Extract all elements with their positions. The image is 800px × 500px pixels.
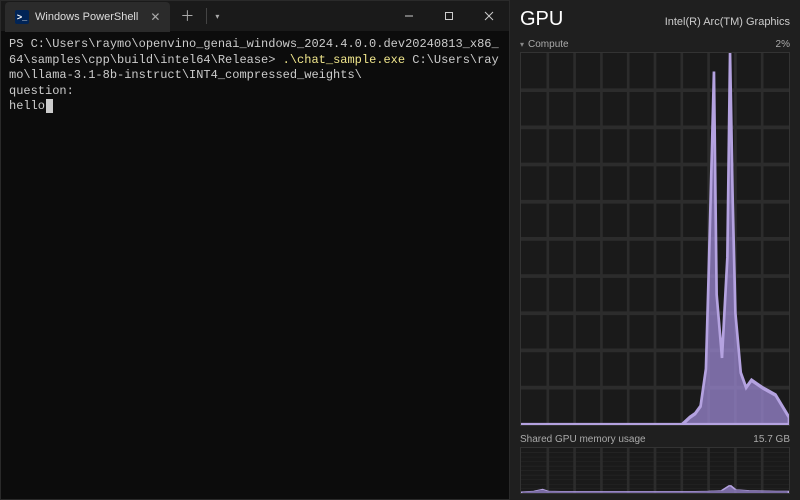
compute-label[interactable]: Compute <box>528 39 569 50</box>
input-line: hello <box>9 99 45 113</box>
compute-metric-row: ▾ Compute 2% <box>520 39 790 50</box>
maximize-icon <box>444 11 454 21</box>
titlebar: >_ Windows PowerShell ✕ ＋ ▾ <box>1 1 509 31</box>
maximize-button[interactable] <box>429 1 469 31</box>
terminal-tab[interactable]: >_ Windows PowerShell ✕ <box>5 2 170 32</box>
chevron-down-icon[interactable]: ▾ <box>520 40 524 49</box>
cursor <box>46 99 53 113</box>
terminal-output[interactable]: PS C:\Users\raymo\openvino_genai_windows… <box>1 31 509 499</box>
output-line: question: <box>9 84 74 98</box>
close-icon <box>484 11 494 21</box>
memory-label: Shared GPU memory usage <box>520 434 646 445</box>
tab-title: Windows PowerShell <box>35 11 138 23</box>
memory-metric-row: Shared GPU memory usage 15.7 GB <box>520 434 790 445</box>
tab-dropdown-icon[interactable]: ▾ <box>209 12 225 21</box>
compute-chart <box>520 52 790 426</box>
close-button[interactable] <box>469 1 509 31</box>
compute-percent: 2% <box>776 39 790 50</box>
minimize-icon <box>404 11 414 21</box>
command: .\chat_sample.exe <box>283 53 405 67</box>
gpu-title: GPU <box>520 8 563 31</box>
window-controls <box>389 1 509 31</box>
divider <box>206 8 207 24</box>
gpu-device-name: Intel(R) Arc(TM) Graphics <box>665 16 790 28</box>
gpu-panel: GPU Intel(R) Arc(TM) Graphics ▾ Compute … <box>510 0 800 500</box>
close-tab-icon[interactable]: ✕ <box>150 10 160 24</box>
minimize-button[interactable] <box>389 1 429 31</box>
gpu-header: GPU Intel(R) Arc(TM) Graphics <box>520 8 790 31</box>
powershell-icon: >_ <box>15 10 29 24</box>
memory-chart <box>520 447 790 494</box>
new-tab-button[interactable]: ＋ <box>170 6 204 26</box>
powershell-window: >_ Windows PowerShell ✕ ＋ ▾ PS C:\Users\… <box>0 0 510 500</box>
memory-value: 15.7 GB <box>753 434 790 445</box>
